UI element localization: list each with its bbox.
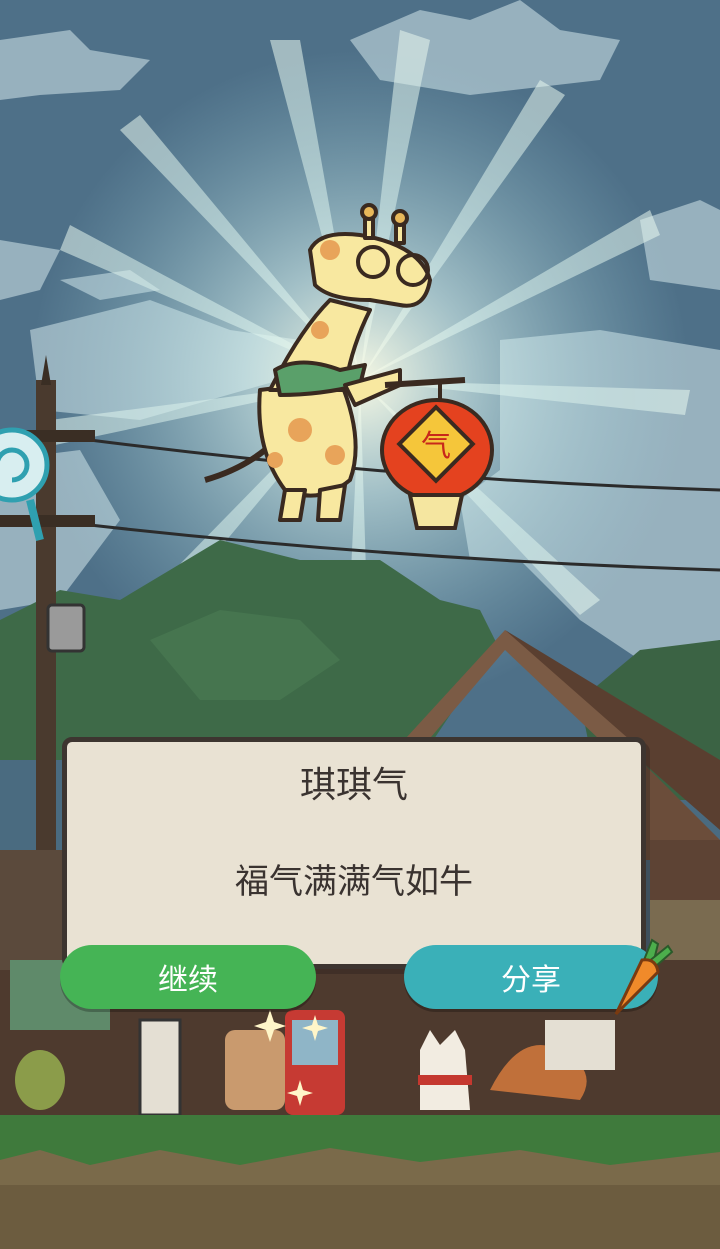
dialog-message: 福气满满气如牛 (235, 862, 473, 902)
svg-text:气: 气 (421, 429, 451, 464)
result-dialog: 琪琪气 福气满满气如牛 (62, 737, 646, 969)
carrot-icon (614, 938, 674, 1016)
dialog-title: 琪琪气 (299, 765, 408, 806)
game-scene-background: 气 (0, 0, 720, 1249)
continue-button[interactable]: 继续 (60, 945, 316, 1009)
